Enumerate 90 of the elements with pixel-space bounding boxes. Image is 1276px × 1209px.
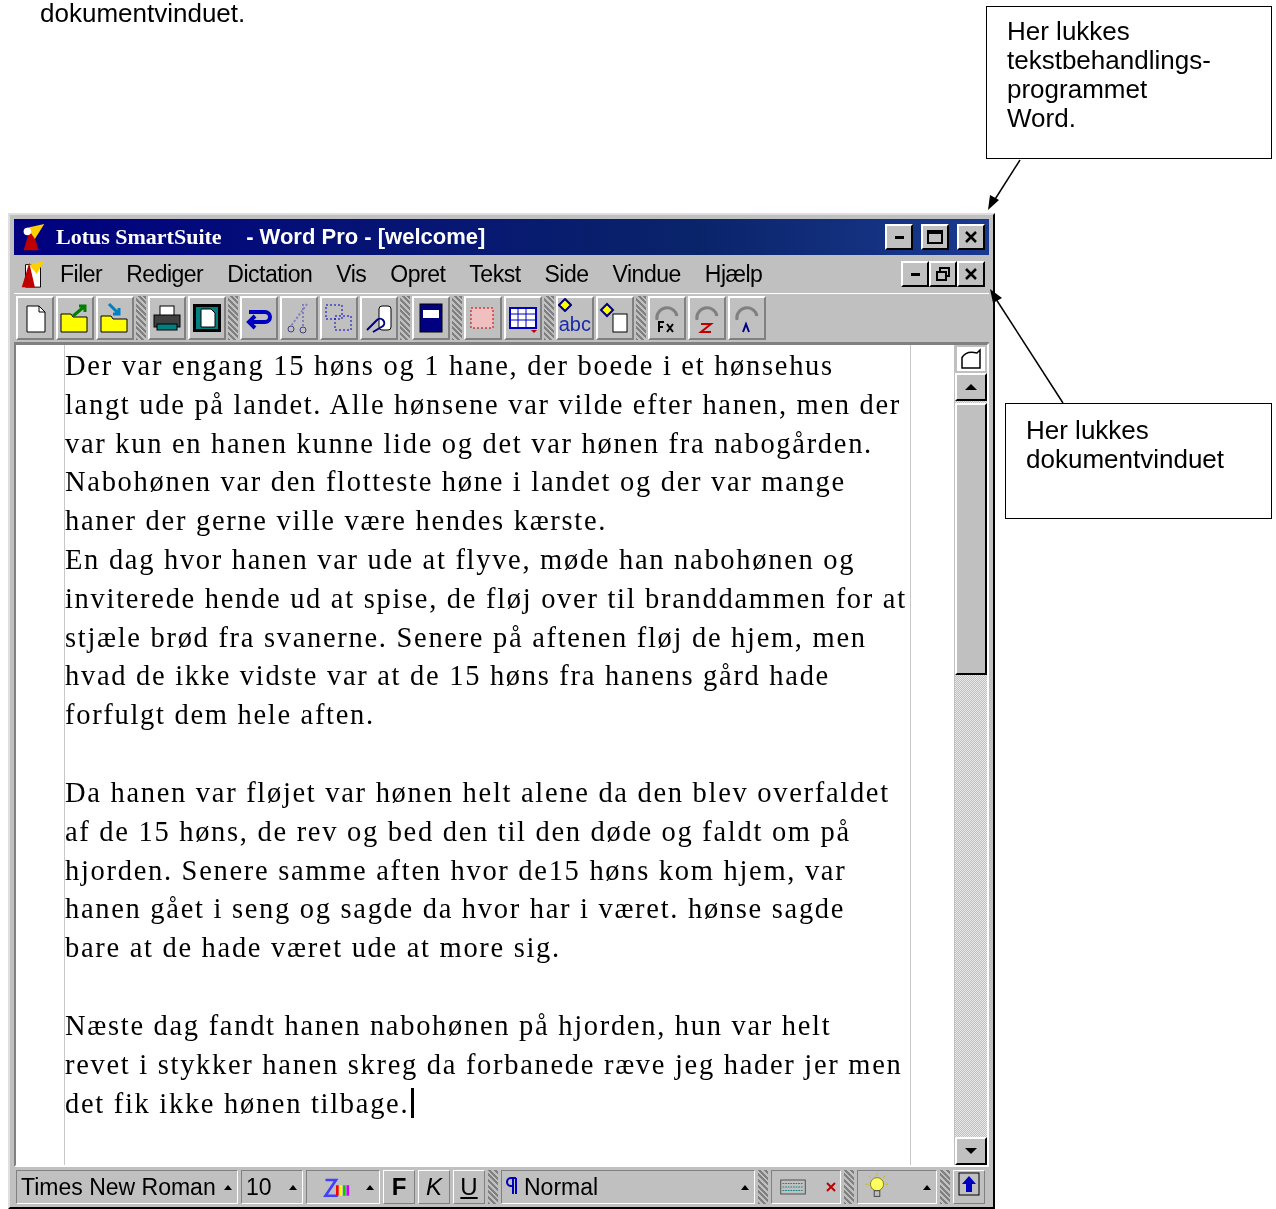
minimize-icon	[910, 272, 920, 276]
spell-check-button[interactable]	[412, 296, 450, 340]
toolbar-grip	[228, 296, 238, 340]
window-title: Lotus SmartSuite	[56, 224, 223, 250]
undo-button[interactable]	[240, 296, 278, 340]
print-button[interactable]	[148, 296, 186, 340]
repeat-button[interactable]	[728, 296, 766, 340]
table-button[interactable]	[504, 296, 542, 340]
text-marker-button[interactable]: abc	[556, 296, 594, 340]
menu-item[interactable]: Side	[532, 260, 601, 288]
redo-button[interactable]	[688, 296, 726, 340]
diamond-page-icon	[599, 302, 631, 334]
minimize-button[interactable]	[885, 224, 913, 250]
copy-icon	[323, 302, 355, 334]
up-arrow-icon	[964, 383, 978, 391]
scrollbar[interactable]	[954, 345, 987, 1165]
callout-arrow	[988, 159, 1021, 210]
menu-item[interactable]: Tekst	[457, 260, 533, 288]
toolbar-grip	[636, 296, 646, 340]
scroll-thumb[interactable]	[955, 403, 987, 675]
restore-icon	[936, 267, 950, 281]
caret-icon[interactable]	[223, 1183, 233, 1191]
minimize-icon	[894, 235, 904, 239]
status-grip	[488, 1170, 498, 1204]
folder-arrow-icon	[59, 302, 91, 334]
font-size-selector[interactable]: 10	[241, 1170, 303, 1204]
status-arrow-button[interactable]	[953, 1170, 985, 1204]
scroll-down-button[interactable]	[955, 1137, 987, 1165]
font-selector[interactable]: Times New Roman	[16, 1170, 238, 1204]
open-folder-button[interactable]	[56, 296, 94, 340]
close-icon	[964, 268, 978, 280]
down-arrow-icon	[964, 1147, 978, 1155]
copy-button[interactable]	[320, 296, 358, 340]
callout-box: Her lukkes dokumentvinduet	[1005, 403, 1272, 519]
bold-button[interactable]: F	[383, 1170, 415, 1204]
caret-icon[interactable]	[288, 1183, 298, 1191]
status-grip	[758, 1170, 768, 1204]
menu-item[interactable]: Hjælp	[692, 260, 775, 288]
page-corner-icon	[959, 347, 983, 371]
menu-item[interactable]: Filer	[48, 260, 115, 288]
frame-marker-button[interactable]	[596, 296, 634, 340]
monitor-icon	[191, 302, 223, 334]
italic-button[interactable]: K	[418, 1170, 450, 1204]
document-paragraph: En dag hvor hanen var ude at flyve, møde han nabohønen og inviterede hende ud at spise, de fløj over til branddammen for at stjæle brød fra svanerne. Senere på aftenen fløj de hjem, men hvad de ikke vidste var at de 15 høns fra hanens gård hade forfulgt dem hele aften.	[65, 543, 908, 733]
callout-box: Her lukkes tekstbehandlings- programmet Word.	[986, 6, 1272, 159]
document-paragraph: Næste dag fandt hanen nabohønen på hjorden, hun var helt revet i stykker hanen skreg da forbanede ræve jeg hader jer men det fik ikke hønen tilbage.	[65, 1008, 904, 1121]
scroll-up-button[interactable]	[955, 373, 987, 401]
minimize-button[interactable]	[901, 261, 929, 287]
document-paragraph: Der var engang 15 høns og 1 hane, der boede i et hønsehus langt ude på landet. Alle hønsene var vilde efter hanen, men der var kun en hanen kunne lide og det var hønen fra nabogården. Nabohønen var den flotteste høne i landet og der var mange haner der gerne ville være hendes kærste.	[65, 349, 903, 539]
status-grip	[940, 1170, 950, 1204]
close-icon	[964, 231, 978, 243]
style-selector[interactable]: Normal	[501, 1170, 755, 1204]
document-paragraph: Da hanen var fløjet var hønen helt alene da den blev overfaldet af de 15 høns, de rev og bed den til den døde og faldt om på hjorden. Senere samme aften hvor de15 høns kom hjem, var hanen gået i seng og sagde da hvor har i været. hønse sagde bare at de hade været ude at more sig.	[65, 775, 891, 966]
toolbar-grip	[452, 296, 462, 340]
toolbar-grip	[136, 296, 146, 340]
close-button[interactable]	[957, 261, 985, 287]
close-icon	[826, 1182, 836, 1192]
split-button[interactable]	[955, 345, 987, 373]
new-document-button[interactable]	[16, 296, 54, 340]
maximize-button[interactable]	[921, 224, 949, 250]
status-grip	[844, 1170, 854, 1204]
window-title: - Word Pro - [welcome]	[246, 224, 486, 250]
paragraph-mark-icon	[506, 1176, 518, 1195]
menu-item[interactable]: Opret	[378, 260, 458, 288]
restore-button[interactable]	[929, 261, 957, 287]
page-text: dokumentvinduet.	[40, 0, 246, 26]
menu-item[interactable]: Rediger	[114, 260, 216, 288]
menu-item[interactable]: Vis	[324, 260, 379, 288]
menu-item[interactable]: Vindue	[600, 260, 693, 288]
close-button[interactable]	[957, 224, 985, 250]
tips-selector[interactable]	[857, 1170, 937, 1204]
caret-icon[interactable]	[740, 1183, 750, 1191]
underline-button[interactable]: U	[453, 1170, 485, 1204]
paste-button[interactable]	[360, 296, 398, 340]
caret-icon[interactable]	[922, 1183, 932, 1191]
folder-arrow-icon	[99, 302, 131, 334]
diamond-icon	[558, 298, 572, 312]
cut-button[interactable]	[280, 296, 318, 340]
frame-button[interactable]	[464, 296, 502, 340]
page-view-button[interactable]	[188, 296, 226, 340]
color-selector[interactable]	[306, 1170, 380, 1204]
save-folder-button[interactable]	[96, 296, 134, 340]
toolbar-grip	[400, 296, 410, 340]
formula-button[interactable]	[648, 296, 686, 340]
menu-item[interactable]: Dictation	[215, 260, 325, 288]
keyboard-selector[interactable]	[771, 1170, 841, 1204]
caret-icon[interactable]	[365, 1183, 375, 1191]
maximize-icon	[927, 230, 943, 244]
toolbar-grip	[544, 296, 554, 340]
printer-icon	[151, 302, 183, 334]
